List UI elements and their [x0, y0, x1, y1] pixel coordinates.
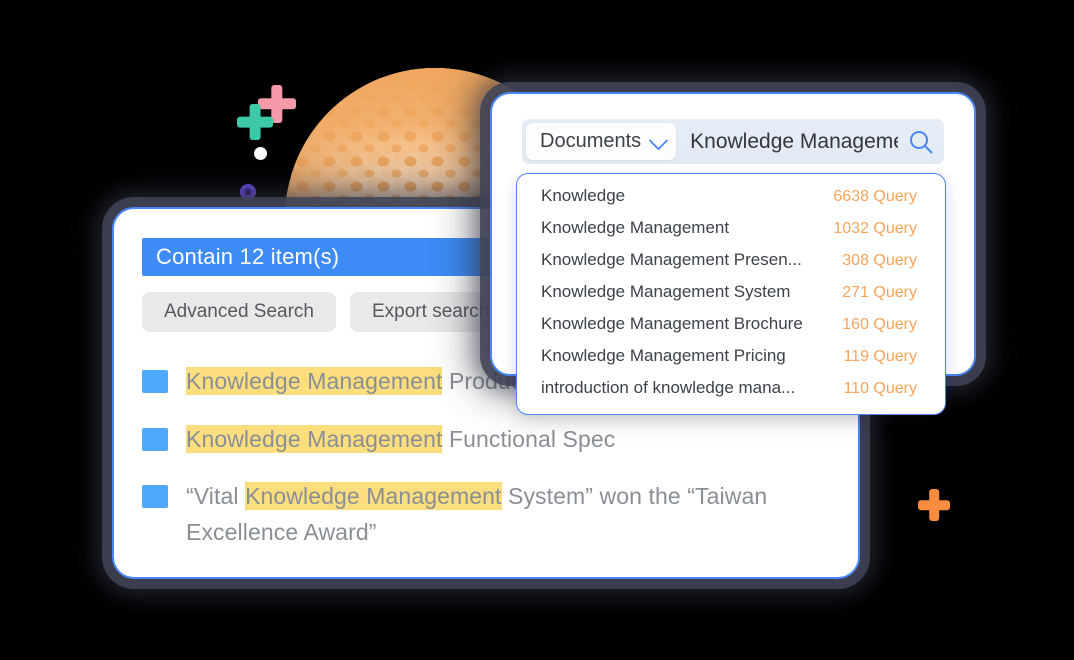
screenshot-stage: Contain 12 item(s) Advanced Search Expor… [0, 0, 1074, 660]
scope-dropdown-label: Documents [540, 130, 642, 152]
scope-dropdown[interactable]: Documents [526, 123, 677, 160]
chevron-down-icon [648, 130, 669, 150]
suggestion-term: Knowledge Management System [541, 282, 791, 301]
advanced-search-button[interactable]: Advanced Search [142, 292, 336, 332]
search-icon [910, 130, 933, 153]
checkbox-checked-icon[interactable] [142, 485, 168, 509]
suggestion-item[interactable]: introduction of knowledge mana... 110 Qu… [517, 378, 945, 410]
results-count-label: Contain 12 item(s) [156, 244, 340, 269]
checkbox-checked-icon[interactable] [142, 370, 168, 393]
suggestion-item[interactable]: Knowledge Management Pricing 119 Query [517, 346, 945, 378]
suggestion-term: Knowledge Management Pricing [541, 346, 786, 365]
checkbox-checked-icon[interactable] [142, 427, 168, 451]
result-highlight: Knowledge Management [186, 367, 443, 395]
search-input[interactable] [690, 129, 898, 154]
suggestion-term: Knowledge Management [541, 218, 730, 237]
result-item[interactable]: Knowledge Management Functional Spec [142, 422, 842, 458]
search-bar: Documents [522, 119, 944, 164]
suggestion-count: 271 Query [842, 284, 917, 301]
result-item[interactable]: “Vital Knowledge Management System” won … [142, 479, 842, 550]
suggestion-term: introduction of knowledge mana... [541, 378, 796, 397]
ring-purple-icon [240, 184, 256, 200]
search-suggestions-panel: Knowledge 6638 Query Knowledge Managemen… [516, 173, 946, 415]
result-plain: “Vital [186, 483, 246, 510]
suggestion-term: Knowledge Management Presen... [541, 250, 802, 269]
suggestion-item[interactable]: Knowledge Management Brochure 160 Query [517, 314, 945, 346]
suggestion-term: Knowledge Management Brochure [541, 314, 803, 333]
dot-white-icon [254, 147, 267, 160]
suggestion-item[interactable]: Knowledge Management Presen... 308 Query [517, 250, 945, 282]
suggestion-count: 119 Query [843, 348, 917, 365]
suggestion-count: 110 Query [843, 380, 917, 397]
result-highlight: Knowledge Management [245, 482, 502, 511]
suggestion-item[interactable]: Knowledge Management System 271 Query [517, 282, 945, 314]
suggestion-count: 1032 Query [833, 220, 917, 237]
suggestion-item[interactable]: Knowledge 6638 Query [517, 186, 945, 218]
suggestion-term: Knowledge [541, 186, 626, 205]
search-button[interactable] [898, 119, 944, 164]
result-item-title: “Vital Knowledge Management System” won … [186, 479, 842, 550]
suggestion-count: 308 Query [842, 252, 917, 269]
result-plain: Functional Spec [442, 425, 616, 452]
suggestion-count: 160 Query [842, 316, 917, 333]
result-highlight: Knowledge Management [186, 424, 443, 453]
suggestion-count: 6638 Query [833, 188, 917, 205]
plus-orange-icon [918, 489, 950, 521]
result-item-title: Knowledge Management Functional Spec [186, 422, 615, 458]
plus-teal-icon [237, 104, 273, 140]
suggestion-item[interactable]: Knowledge Management 1032 Query [517, 218, 945, 250]
